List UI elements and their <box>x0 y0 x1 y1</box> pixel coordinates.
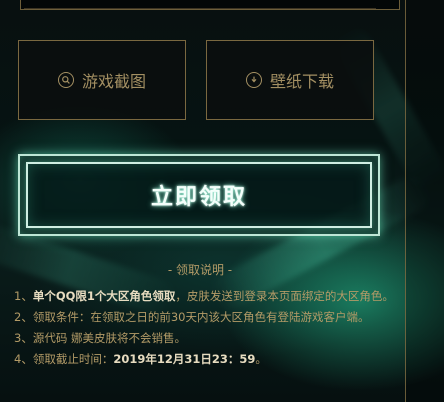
rule-item-1: 1、单个QQ限1个大区角色领取，皮肤发送到登录本页面绑定的大区角色。 <box>14 286 394 307</box>
rule-item-3: 3、源代码 娜美皮肤将不会销售。 <box>14 331 186 345</box>
rule-item-4: 4、领取截止时间：2019年12月31日23：59。 <box>14 349 394 370</box>
rule-item-1-text: ，皮肤发送到登录本页面绑定的大区角色。 <box>175 289 394 303</box>
download-icon <box>245 72 262 88</box>
wallpaper-download-button[interactable]: 壁纸下载 <box>206 40 374 120</box>
screenshots-button-label: 游戏截图 <box>81 72 146 91</box>
rule-item-4-suffix: 。 <box>255 352 267 366</box>
claim-now-button-label: 立即领取 <box>150 185 247 210</box>
rule-item-1-emphasis: 单个QQ限1个大区角色领取 <box>32 289 176 303</box>
rule-item-4-prefix: 4、领取截止时间： <box>14 352 114 366</box>
rules-title: - 领取说明 - <box>167 263 233 277</box>
rule-item-1-prefix: 1、 <box>14 289 33 303</box>
rules-list: 1、单个QQ限1个大区角色领取，皮肤发送到登录本页面绑定的大区角色。 2、领取条… <box>14 286 394 370</box>
top-frame-inner-edge <box>24 0 376 9</box>
wallpaper-download-button-label: 壁纸下载 <box>269 72 334 91</box>
side-panel-shadow <box>406 0 444 402</box>
claim-now-button[interactable]: 立即领取 <box>18 154 380 236</box>
search-icon <box>57 72 74 88</box>
side-divider <box>405 0 406 402</box>
rule-item-4-deadline: 2019年12月31日23：59 <box>113 352 256 366</box>
rule-item-2: 2、领取条件：在领取之日的前30天内该大区角色有登陆游戏客户端。 <box>14 310 370 324</box>
screenshots-button[interactable]: 游戏截图 <box>18 40 186 120</box>
claim-now-button-inner: 立即领取 <box>26 162 372 228</box>
